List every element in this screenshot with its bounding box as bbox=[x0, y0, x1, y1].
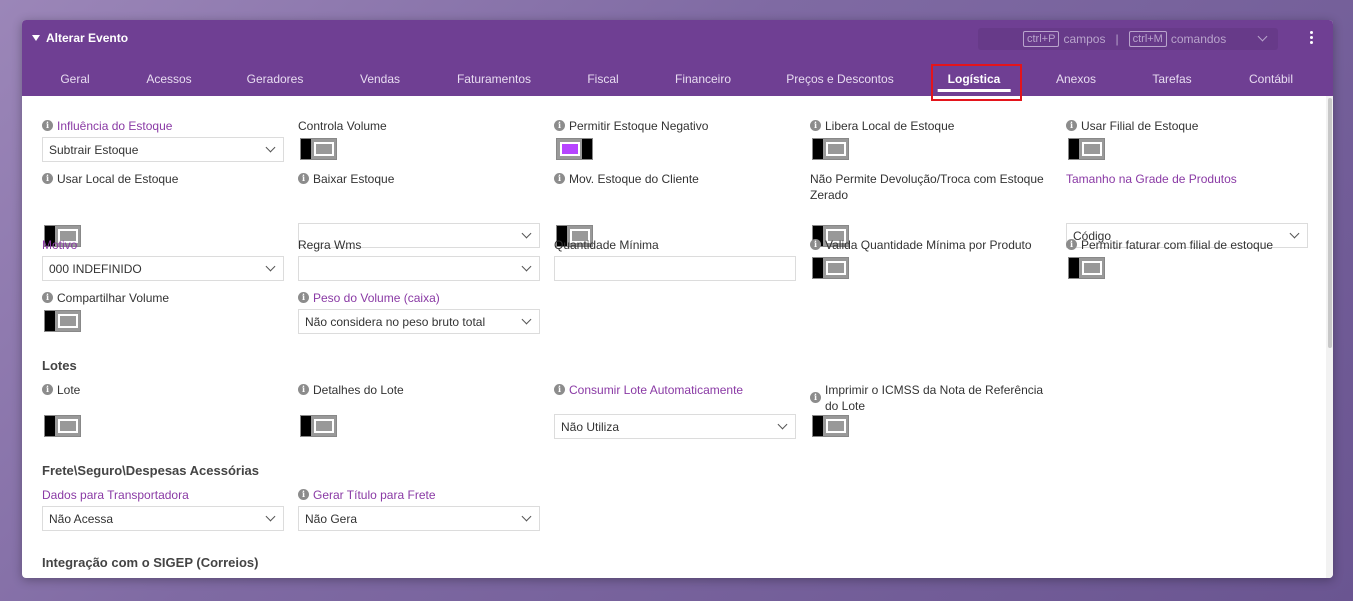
tab-contabil[interactable]: Contábil bbox=[1249, 72, 1293, 86]
toggle-detalhes-lote[interactable] bbox=[300, 415, 337, 437]
label-imprimir-icmss: i Imprimir o ICMSS da Nota de Referência d… bbox=[810, 382, 1043, 414]
shortcut-key-commands: ctrl+M bbox=[1128, 31, 1167, 47]
info-icon[interactable]: i bbox=[42, 384, 53, 395]
section-title-sigep: Integração com o SIGEP (Correios) bbox=[42, 555, 259, 570]
toggle-usar-filial-estoque[interactable] bbox=[1068, 138, 1105, 160]
label-permitir-faturar-filial: i Permitir faturar com filial de estoque bbox=[1066, 237, 1273, 253]
toggle-libera-local-estoque[interactable] bbox=[812, 138, 849, 160]
info-icon[interactable]: i bbox=[298, 489, 309, 500]
info-icon[interactable]: i bbox=[298, 173, 309, 184]
label-permitir-estoque-negativo: i Permitir Estoque Negativo bbox=[554, 118, 708, 134]
select-gerar-titulo-frete[interactable]: Não Gera bbox=[298, 506, 540, 531]
chevron-down-icon bbox=[265, 142, 276, 153]
info-icon[interactable]: i bbox=[298, 292, 309, 303]
label-motivo: Motivo bbox=[42, 238, 78, 252]
select-dados-transportadora[interactable]: Não Acessa bbox=[42, 506, 284, 531]
toggle-permitir-faturar-filial[interactable] bbox=[1068, 257, 1105, 279]
section-title-lotes: Lotes bbox=[42, 358, 77, 373]
tab-geradores[interactable]: Geradores bbox=[247, 72, 304, 86]
info-icon[interactable]: i bbox=[1066, 120, 1077, 131]
select-consumir-lote[interactable]: Não Utiliza bbox=[554, 414, 796, 439]
shortcut-separator: | bbox=[1115, 32, 1119, 46]
more-options-icon[interactable] bbox=[1310, 31, 1313, 44]
scrollbar-thumb[interactable] bbox=[1328, 98, 1332, 348]
info-icon[interactable]: i bbox=[554, 173, 565, 184]
chevron-down-icon bbox=[265, 511, 276, 522]
label-gerar-titulo-frete: i Gerar Título para Frete bbox=[298, 487, 436, 503]
info-icon[interactable]: i bbox=[42, 173, 53, 184]
select-motivo[interactable]: 000 INDEFINIDO bbox=[42, 256, 284, 281]
label-peso-volume: i Peso do Volume (caixa) bbox=[298, 290, 440, 306]
chevron-down-icon bbox=[521, 228, 532, 239]
chevron-down-icon bbox=[265, 261, 276, 272]
tab-geral[interactable]: Geral bbox=[60, 72, 89, 86]
tab-tarefas[interactable]: Tarefas bbox=[1152, 72, 1191, 86]
tab-faturamentos[interactable]: Faturamentos bbox=[457, 72, 531, 86]
tab-fiscal[interactable]: Fiscal bbox=[587, 72, 618, 86]
info-icon[interactable]: i bbox=[810, 392, 821, 403]
select-regra-wms[interactable] bbox=[298, 256, 540, 281]
info-icon[interactable]: i bbox=[554, 384, 565, 395]
label-tamanho-grade: Tamanho na Grade de Produtos bbox=[1066, 172, 1237, 186]
label-compartilhar-volume: i Compartilhar Volume bbox=[42, 290, 169, 306]
dialog-header: Alterar Evento ctrl+P campos | ctrl+M co… bbox=[22, 20, 1333, 101]
toggle-permitir-estoque-negativo[interactable] bbox=[556, 138, 593, 160]
select-peso-volume[interactable]: Não considera no peso bruto total bbox=[298, 309, 540, 334]
select-influencia-estoque[interactable]: Subtrair Estoque bbox=[42, 137, 284, 162]
form-content: i Influência do Estoque Subtrair Estoque … bbox=[22, 96, 1326, 578]
info-icon[interactable]: i bbox=[42, 292, 53, 303]
collapse-caret-icon[interactable] bbox=[32, 35, 40, 41]
label-baixar-estoque: i Baixar Estoque bbox=[298, 171, 394, 187]
section-title-frete: Frete\Seguro\Despesas Acessórias bbox=[42, 463, 260, 478]
label-nao-permite-devolucao: Não Permite Devolução/Troca com Estoque Z… bbox=[810, 172, 1044, 202]
chevron-down-icon bbox=[521, 314, 532, 325]
label-dados-transportadora: Dados para Transportadora bbox=[42, 488, 189, 502]
label-influencia-estoque: i Influência do Estoque bbox=[42, 118, 172, 134]
info-icon[interactable]: i bbox=[298, 384, 309, 395]
chevron-down-icon bbox=[521, 511, 532, 522]
info-icon[interactable]: i bbox=[810, 239, 821, 250]
label-usar-filial-estoque: i Usar Filial de Estoque bbox=[1066, 118, 1198, 134]
chevron-down-icon bbox=[777, 419, 788, 430]
info-icon[interactable]: i bbox=[554, 120, 565, 131]
dialog-window: Alterar Evento ctrl+P campos | ctrl+M co… bbox=[22, 20, 1333, 578]
dialog-title-text: Alterar Evento bbox=[46, 31, 129, 45]
info-icon[interactable]: i bbox=[1066, 239, 1077, 250]
label-valida-qtd-minima: i Valida Quantidade Mínima por Produto bbox=[810, 237, 1032, 253]
label-quantidade-minima: Quantidade Mínima bbox=[554, 238, 659, 252]
toggle-valida-qtd-minima[interactable] bbox=[812, 257, 849, 279]
tab-acessos[interactable]: Acessos bbox=[146, 72, 191, 86]
shortcut-label-fields: campos bbox=[1063, 32, 1106, 46]
chevron-down-icon bbox=[1289, 228, 1300, 239]
info-icon[interactable]: i bbox=[42, 120, 53, 131]
label-libera-local-estoque: i Libera Local de Estoque bbox=[810, 118, 954, 134]
label-consumir-lote: i Consumir Lote Automaticamente bbox=[554, 382, 743, 398]
toggle-compartilhar-volume[interactable] bbox=[44, 310, 81, 332]
shortcut-bar[interactable]: ctrl+P campos | ctrl+M comandos bbox=[978, 28, 1278, 50]
label-controla-volume: Controla Volume bbox=[298, 119, 387, 133]
toggle-imprimir-icmss[interactable] bbox=[812, 415, 849, 437]
tab-bar: Geral Acessos Geradores Vendas Faturamen… bbox=[22, 68, 1333, 96]
shortcut-key-fields: ctrl+P bbox=[1023, 31, 1060, 47]
tab-precos-descontos[interactable]: Preços e Descontos bbox=[786, 72, 893, 86]
tab-anexos[interactable]: Anexos bbox=[1056, 72, 1096, 86]
tab-financeiro[interactable]: Financeiro bbox=[675, 72, 731, 86]
label-lote: i Lote bbox=[42, 382, 80, 398]
chevron-down-icon bbox=[521, 261, 532, 272]
dialog-title[interactable]: Alterar Evento bbox=[32, 31, 128, 45]
tab-vendas[interactable]: Vendas bbox=[360, 72, 400, 86]
toggle-lote[interactable] bbox=[44, 415, 81, 437]
label-mov-estoque-cliente: i Mov. Estoque do Cliente bbox=[554, 171, 699, 187]
shortcut-label-commands: comandos bbox=[1170, 32, 1227, 46]
input-quantidade-minima[interactable] bbox=[554, 256, 796, 281]
label-regra-wms: Regra Wms bbox=[298, 238, 362, 252]
chevron-down-icon[interactable] bbox=[1257, 31, 1268, 42]
label-usar-local-estoque: i Usar Local de Estoque bbox=[42, 171, 178, 187]
toggle-controla-volume[interactable] bbox=[300, 138, 337, 160]
label-detalhes-lote: i Detalhes do Lote bbox=[298, 382, 404, 398]
info-icon[interactable]: i bbox=[810, 120, 821, 131]
